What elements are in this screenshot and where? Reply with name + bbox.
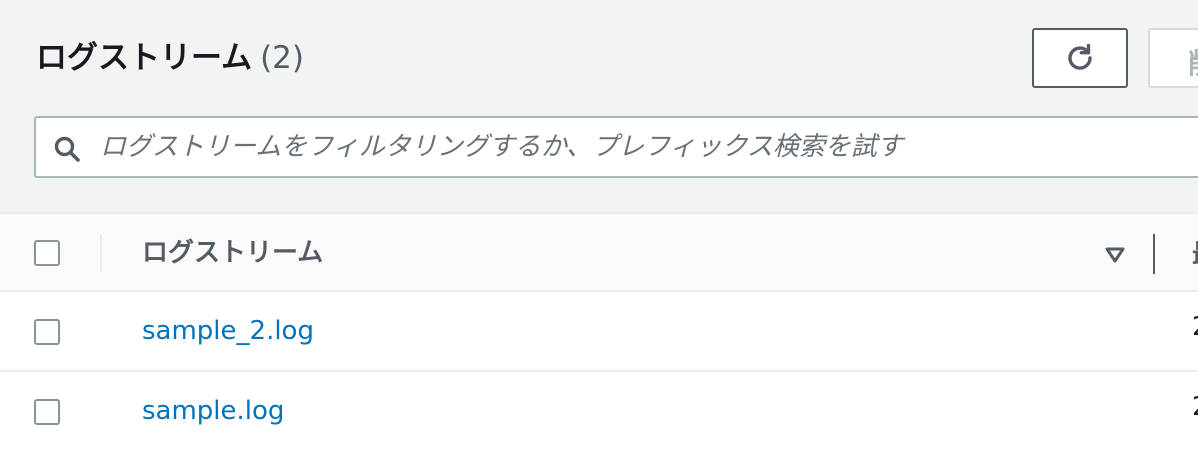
- log-streams-panel: ログストリーム(2) 削 ログストリーム 最: [0, 0, 1198, 450]
- select-all-checkbox[interactable]: [34, 240, 60, 266]
- row-last-event-time: 2: [1192, 392, 1198, 422]
- row-last-event-time: 2: [1192, 312, 1198, 342]
- caret-down-icon[interactable]: [1104, 246, 1126, 264]
- search-input[interactable]: [100, 118, 1198, 176]
- column-resizer[interactable]: [1153, 234, 1155, 274]
- column-header-last-event[interactable]: 最: [1192, 234, 1198, 271]
- panel-header: ログストリーム(2) 削: [0, 0, 1198, 212]
- log-stream-link[interactable]: sample_2.log: [142, 311, 314, 351]
- delete-button[interactable]: 削: [1148, 28, 1198, 88]
- column-header-log-stream[interactable]: ログストリーム: [142, 232, 323, 274]
- delete-button-label: 削: [1188, 42, 1198, 82]
- refresh-button[interactable]: [1032, 28, 1128, 88]
- refresh-icon: [1068, 43, 1092, 70]
- row-checkbox[interactable]: [34, 399, 60, 425]
- log-stream-link[interactable]: sample.log: [142, 391, 284, 431]
- row-checkbox[interactable]: [34, 319, 60, 345]
- search-icon: [54, 136, 80, 162]
- table-row: sample.log 2: [0, 372, 1198, 450]
- page-title-text: ログストリーム: [36, 40, 253, 76]
- table-header: ログストリーム 最: [0, 212, 1198, 292]
- search-field[interactable]: [34, 116, 1198, 178]
- page-title: ログストリーム (2): [36, 36, 304, 80]
- stream-count: (2): [260, 40, 304, 76]
- table-row: sample_2.log 2: [0, 292, 1198, 372]
- column-divider: [100, 234, 102, 272]
